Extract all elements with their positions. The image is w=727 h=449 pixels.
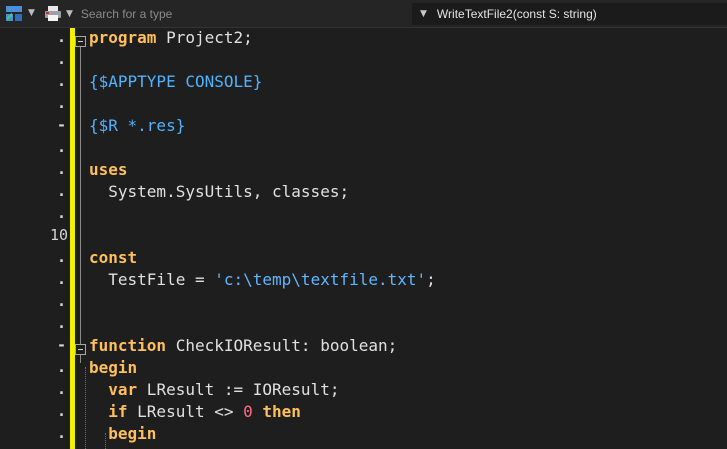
code-line[interactable]: begin [89,358,137,380]
code-token: begin [108,424,157,443]
ide-window: ▼ ▼ ▼ WriteTextFile2(const S: string) ..… [0,0,727,449]
line-number: . [56,380,66,398]
line-number: . [56,94,66,112]
code-token: program [89,28,157,47]
code-editor[interactable]: .... -.... 10.... -.... program Project2; {$… [0,28,727,449]
code-line[interactable]: {$APPTYPE CONSOLE} [89,72,262,94]
line-number: - [56,116,66,134]
chevron-down-icon[interactable]: ▼ [420,9,427,19]
code-line[interactable]: begin [89,424,156,446]
code-line[interactable]: program Project2; [89,28,253,50]
block-guide [85,367,87,449]
line-number-gutter: .... -.... 10.... -.... [0,28,70,449]
code-token: LResult := IOResult; [137,380,340,399]
line-number: . [56,50,66,68]
code-token: LResult <> [127,402,244,421]
code-line[interactable]: if LResult <> 0 then [89,402,301,424]
code-token: var [108,380,138,399]
code-token: System.SysUtils, classes; [89,182,350,201]
code-token: 'c:\temp\textfile.txt' [214,270,427,289]
code-token: 0 [243,402,253,421]
printer-icon[interactable] [44,5,62,22]
line-number: 10 [49,226,68,244]
line-number: . [56,204,66,222]
line-number: . [56,72,66,90]
code-line[interactable]: {$R *.res} [89,116,185,138]
code-token: ; [426,270,436,289]
code-token: function [89,336,167,355]
modified-lines-bar [70,28,75,449]
code-token: CheckIOResult: boolean; [166,336,398,355]
code-token: TestFile = [89,270,215,289]
code-line[interactable]: uses [89,160,128,182]
code-line[interactable]: function CheckIOResult: boolean; [89,336,397,358]
code-line[interactable]: System.SysUtils, classes; [89,182,349,204]
line-number: . [56,182,66,200]
line-number: . [56,138,66,156]
code-token: then [262,402,301,421]
line-number: . [56,292,66,310]
line-number: - [56,336,66,354]
line-number: . [56,270,66,288]
code-token: {$APPTYPE CONSOLE} [89,72,263,91]
editor-toolbar: ▼ ▼ ▼ WriteTextFile2(const S: string) [0,0,727,28]
code-token: uses [89,160,128,179]
line-number: . [56,424,66,442]
code-line[interactable]: TestFile = 'c:\temp\textfile.txt'; [89,270,436,292]
line-number: . [56,28,66,46]
line-number: . [56,358,66,376]
code-line[interactable]: const [89,248,137,270]
structure-view-icon[interactable] [5,5,23,22]
search-input[interactable] [80,7,381,21]
code-token: Project2; [156,28,253,47]
fold-toggle-program[interactable] [75,36,86,47]
line-number: . [56,248,66,266]
method-selector-value: WriteTextFile2(const S: string) [436,7,597,21]
structure-dropdown-icon[interactable]: ▼ [28,8,35,18]
code-token: const [89,248,138,267]
type-search: ▼ [66,3,406,25]
line-number: . [56,314,66,332]
method-selector[interactable]: ▼ WriteTextFile2(const S: string) [412,3,727,25]
code-line[interactable]: var LResult := IOResult; [89,380,339,402]
fold-line [80,39,81,363]
fold-toggle-function[interactable] [75,344,86,355]
code-token: begin [89,358,138,377]
line-number: . [56,160,66,178]
code-token: if [108,402,128,421]
search-dropdown-icon[interactable]: ▼ [66,9,73,19]
line-number: . [56,402,66,420]
code-token: {$R *.res} [89,116,186,135]
